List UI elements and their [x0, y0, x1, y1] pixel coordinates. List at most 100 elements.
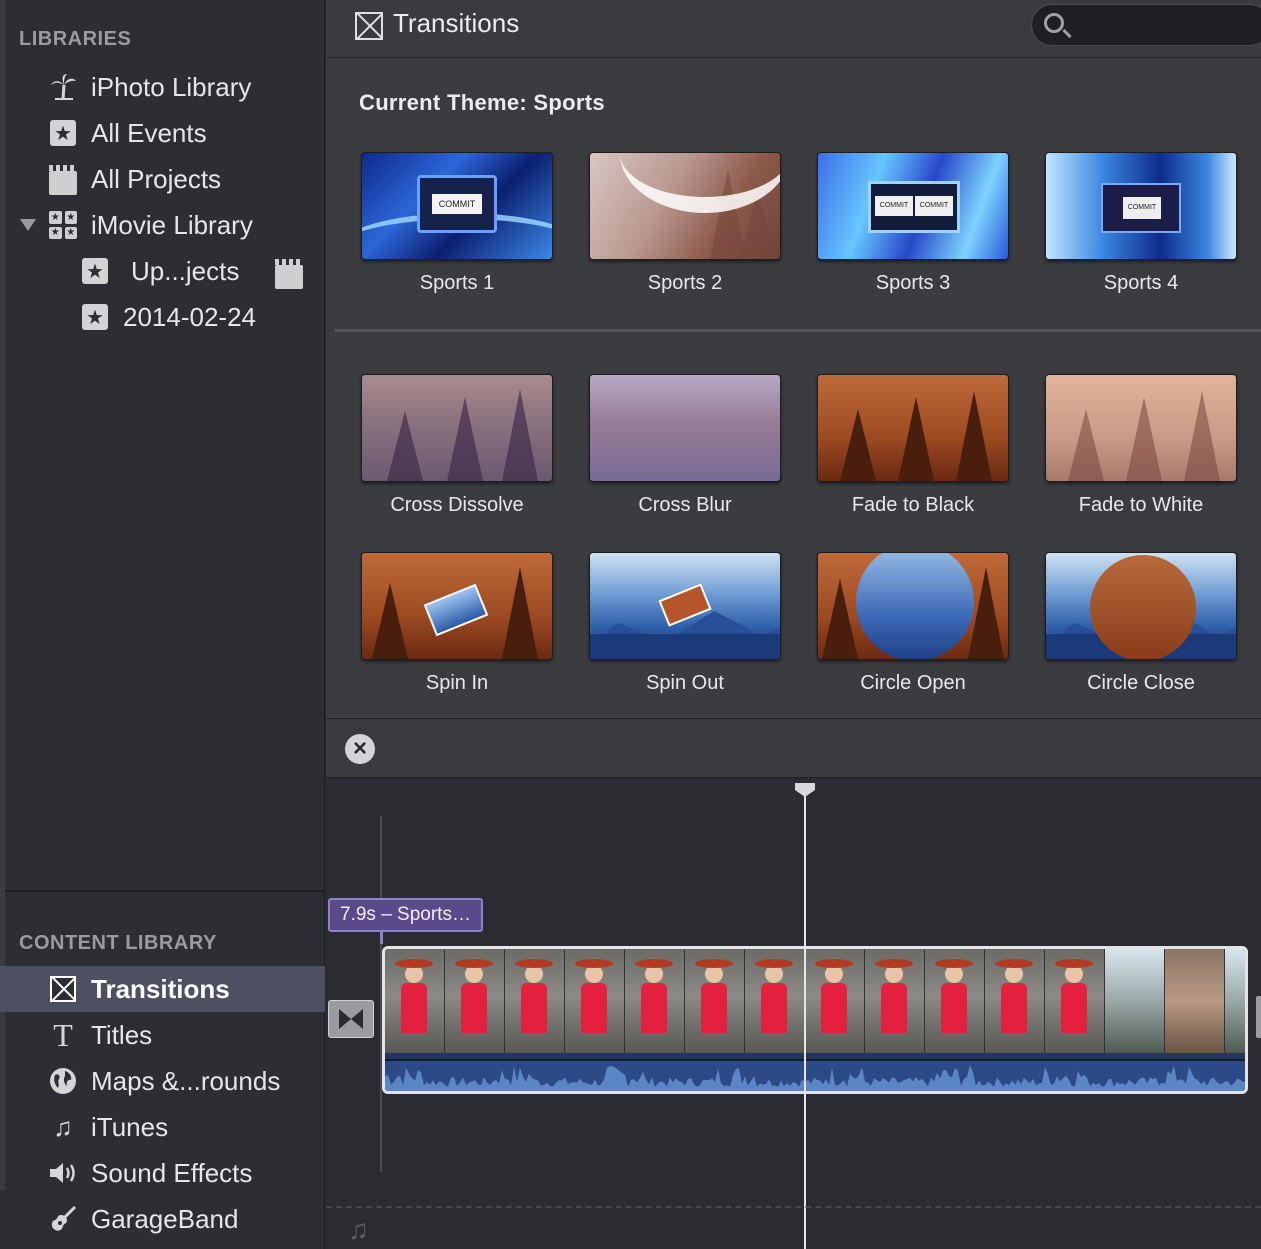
sidebar-item-all-projects[interactable]: All Projects [0, 156, 325, 202]
sidebar-item-label: Up...jects [131, 255, 240, 286]
sidebar-item-itunes[interactable]: ♫ iTunes [0, 1104, 325, 1150]
transition-thumbnail [589, 552, 781, 660]
transitions-icon [355, 12, 383, 40]
transition-tile-fade-to-white[interactable]: Fade to White [1045, 374, 1237, 517]
sidebar: LIBRARIES iPhoto Library ★ All Events Al… [0, 0, 325, 1249]
clip-frame [445, 949, 505, 1053]
sidebar-item-garageband[interactable]: GarageBand [0, 1196, 325, 1242]
transition-caption: Sports 4 [1103, 272, 1179, 294]
clip-frame [1045, 949, 1105, 1053]
sidebar-item-label: All Projects [91, 163, 222, 194]
clip-frame [1165, 949, 1225, 1053]
playhead-handle[interactable] [795, 783, 815, 797]
transition-caption: Cross Blur [638, 494, 732, 516]
star-icon: ★ [80, 256, 110, 286]
music-note-icon: ♫ [53, 1111, 73, 1142]
sidebar-item-label: iMovie Library [91, 209, 253, 240]
music-note-icon: ♫ [348, 1214, 369, 1245]
clip-frame [745, 949, 805, 1053]
clip-frame [565, 949, 625, 1053]
transition-caption: Spin In [425, 672, 489, 694]
grid-icon: ★ ★ ★ ★ [49, 211, 77, 239]
transition-duration-tag[interactable]: 7.9s – Sports… [328, 898, 483, 944]
browser-header: Transitions [326, 0, 1261, 58]
sidebar-item-label: iPhoto Library [91, 71, 252, 102]
transition-tile-circle-open[interactable]: Circle Open [817, 552, 1009, 695]
transition-tile-sports-4[interactable]: Sports 4 [1045, 152, 1237, 295]
transition-thumbnail [1045, 152, 1237, 260]
transition-tile-fade-to-black[interactable]: Fade to Black [817, 374, 1009, 517]
transition-caption: Fade to Black [851, 494, 975, 516]
sidebar-item-imovie-library[interactable]: ★ ★ ★ ★ iMovie Library [0, 202, 325, 248]
close-icon[interactable]: × [345, 734, 375, 764]
sidebar-item-all-events[interactable]: ★ All Events [0, 110, 325, 156]
star-icon: ★ [80, 302, 110, 332]
globe-icon [48, 1066, 78, 1096]
transition-thumbnail [817, 552, 1009, 660]
content-library-header: CONTENT LIBRARY [19, 932, 217, 954]
transition-tile-circle-close[interactable]: Circle Close [1045, 552, 1237, 695]
libraries-header: LIBRARIES [19, 28, 132, 50]
background-music-well[interactable]: ♫ [326, 1206, 1261, 1249]
playhead[interactable] [804, 788, 806, 1249]
sidebar-item-label: GarageBand [91, 1203, 239, 1234]
sidebar-item-transitions[interactable]: Transitions [0, 966, 325, 1012]
sidebar-item-label: Transitions [91, 973, 230, 1004]
timeline[interactable]: 7.9s – Sports… ♫ [326, 778, 1261, 1249]
clip-frame [805, 949, 865, 1053]
transition-tile-spin-in[interactable]: Spin In [361, 552, 553, 695]
sidebar-item-label: Titles [91, 1019, 153, 1050]
sidebar-item-label: 2014-02-24 [123, 301, 256, 332]
clapboard-icon [48, 165, 78, 198]
transition-tile-sports-2[interactable]: Sports 2 [589, 152, 781, 295]
sidebar-item-label: Maps &...rounds [91, 1065, 281, 1096]
star-icon: ★ [48, 118, 78, 148]
transition-tile-sports-1[interactable]: Sports 1 [361, 152, 553, 295]
clip-frame [685, 949, 745, 1053]
clapboard-icon [274, 259, 304, 292]
clip-frame [865, 949, 925, 1053]
search-icon [1044, 13, 1064, 33]
video-clip[interactable] [382, 946, 1248, 1094]
sidebar-item-2014-02-24[interactable]: ★ 2014-02-24 [0, 294, 325, 340]
page-title: Transitions [393, 8, 520, 38]
search-field[interactable] [1031, 4, 1261, 46]
transition-thumbnail [589, 374, 781, 482]
clip-frame [1105, 949, 1165, 1053]
guitar-icon [48, 1204, 78, 1234]
transitions-icon [48, 974, 78, 1004]
sidebar-item-sound-effects[interactable]: Sound Effects [0, 1150, 325, 1196]
timeline-toolbar: × [326, 718, 1261, 778]
transition-tile-sports-3[interactable]: Sports 3 [817, 152, 1009, 295]
sidebar-item-label: iTunes [91, 1111, 169, 1142]
transition-caption: Fade to White [1078, 494, 1204, 516]
transition-thumbnail [361, 552, 553, 660]
transition-tile-spin-out[interactable]: Spin Out [589, 552, 781, 695]
clip-frame [985, 949, 1045, 1053]
sidebar-item-maps-backgrounds[interactable]: Maps &...rounds [0, 1058, 325, 1104]
speaker-icon [48, 1158, 78, 1188]
palm-tree-icon [48, 72, 78, 102]
transition-tile-cross-dissolve[interactable]: Cross Dissolve [361, 374, 553, 517]
transition-thumbnail [361, 374, 553, 482]
transition-caption: Cross Dissolve [390, 494, 524, 516]
sidebar-item-iphoto-library[interactable]: iPhoto Library [0, 64, 325, 110]
transition-thumbnail [1045, 552, 1237, 660]
transition-thumbnail [589, 152, 781, 260]
transition-marker-icon[interactable] [328, 1000, 374, 1038]
clip-filmstrip [385, 949, 1245, 1053]
transition-thumbnail [361, 152, 553, 260]
clip-frame [385, 949, 445, 1053]
transitions-browser: Current Theme: Sports Sports 1 Sports 2 … [326, 58, 1261, 718]
clip-frame [505, 949, 565, 1053]
disclosure-triangle-icon[interactable] [20, 219, 36, 231]
sidebar-item-label: Sound Effects [91, 1157, 253, 1188]
transition-thumbnail [1045, 374, 1237, 482]
sidebar-item-titles[interactable]: T Titles [0, 1012, 325, 1058]
sidebar-item-up-jects[interactable]: ★ Up...jects [0, 248, 325, 294]
transition-caption: Spin Out [646, 672, 724, 694]
clip-frame [925, 949, 985, 1053]
timeline-scroll-handle[interactable] [1256, 996, 1261, 1038]
sidebar-divider [5, 890, 325, 892]
transition-tile-cross-blur[interactable]: Cross Blur [589, 374, 781, 517]
